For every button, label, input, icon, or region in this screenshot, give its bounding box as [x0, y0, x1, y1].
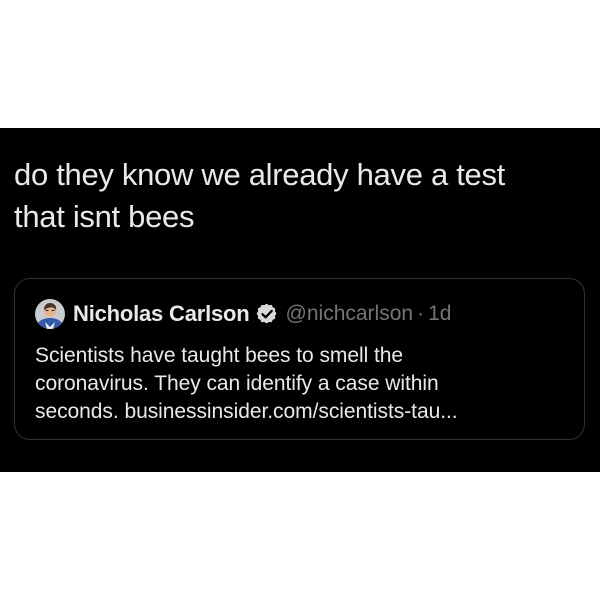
quoted-tweet-header: Nicholas Carlson @nichcarlson · 1d	[35, 299, 451, 329]
post-age[interactable]: 1d	[428, 302, 451, 326]
tweet-text-line-2: that isnt bees	[14, 199, 195, 234]
quoted-tweet-line-1: Scientists have taught bees to smell the	[35, 344, 404, 367]
quoted-tweet-card[interactable]: Nicholas Carlson @nichcarlson · 1d Scien…	[14, 278, 585, 440]
quoted-tweet-line-3-prefix: seconds.	[35, 400, 125, 423]
author-handle[interactable]: @nichcarlson	[286, 302, 414, 326]
tweet-text: do they know we already have a test that…	[14, 154, 584, 238]
dot-separator: ·	[417, 302, 425, 325]
author-name[interactable]: Nicholas Carlson	[73, 301, 250, 327]
tweet-panel: do they know we already have a test that…	[0, 128, 600, 472]
quoted-tweet-line-2: coronavirus. They can identify a case wi…	[35, 372, 439, 395]
verified-badge-icon	[256, 303, 278, 325]
tweet-text-line-1: do they know we already have a test	[14, 157, 505, 192]
quoted-tweet-line-3: seconds. businessinsider.com/scientists-…	[35, 398, 570, 426]
avatar[interactable]	[35, 299, 65, 329]
article-link[interactable]: businessinsider.com/scientists-tau...	[124, 400, 457, 423]
screenshot-frame: do they know we already have a test that…	[0, 0, 600, 600]
quoted-tweet-body: Scientists have taught bees to smell the…	[35, 342, 570, 426]
